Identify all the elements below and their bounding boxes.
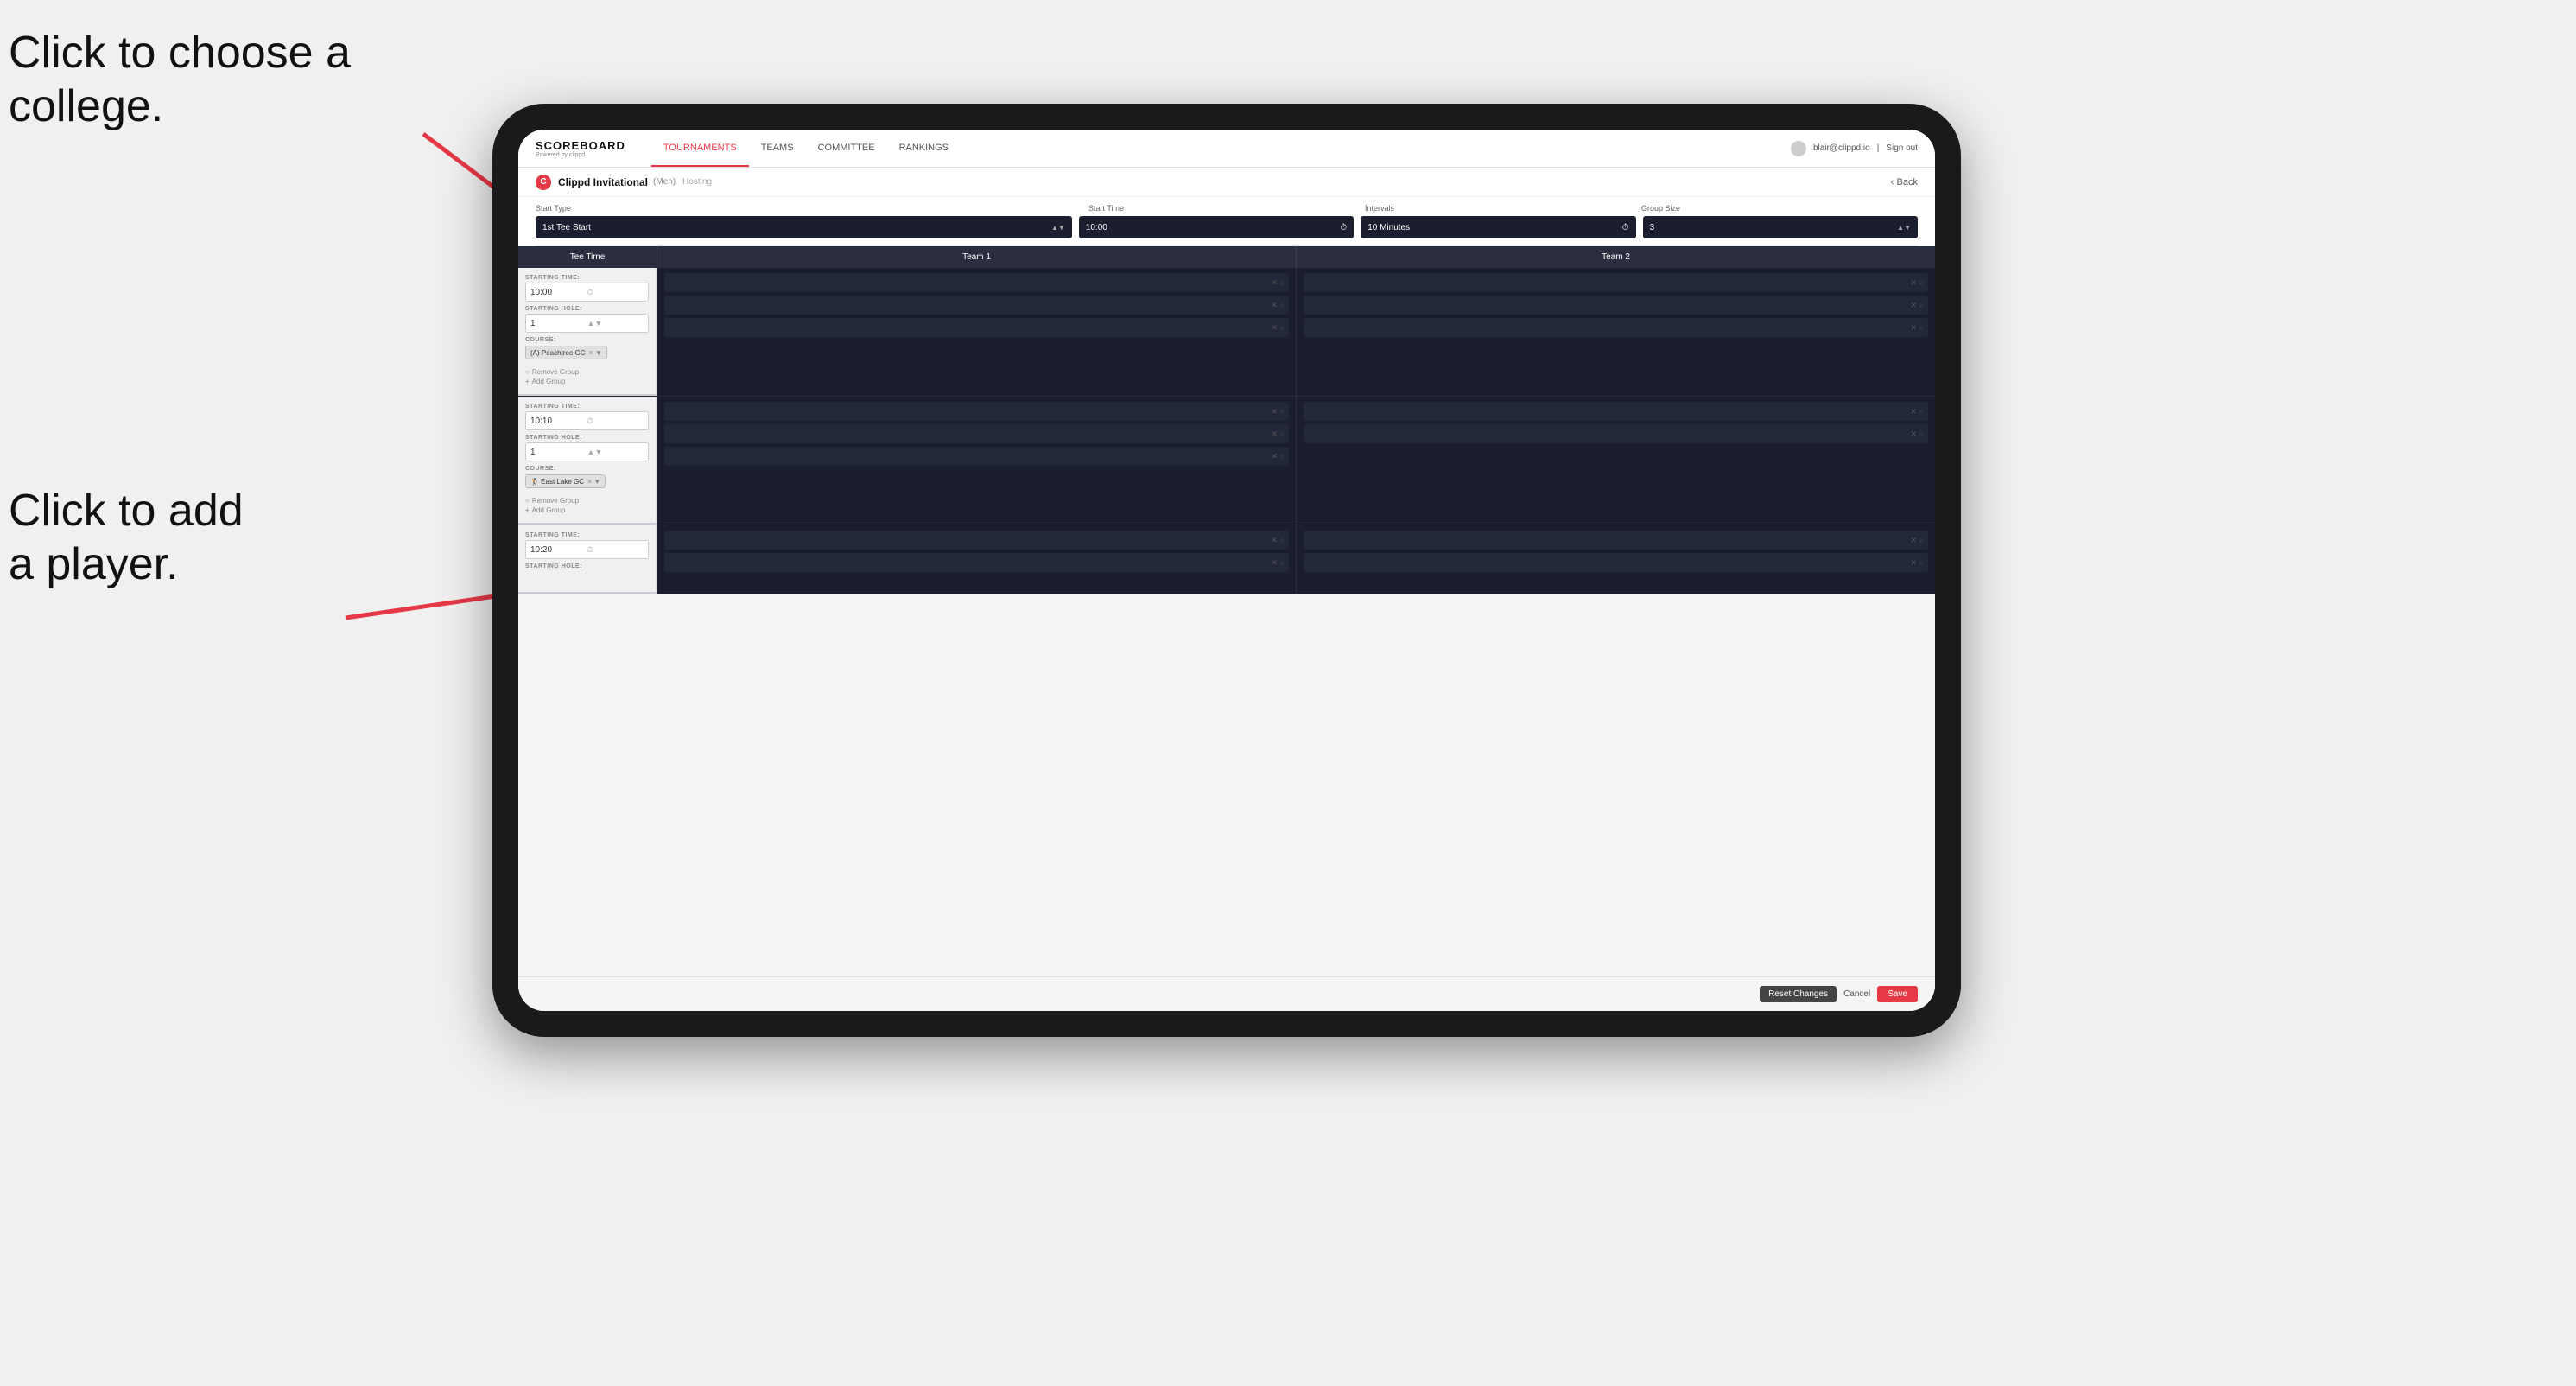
starting-hole-input-1[interactable]: 1▲▼ [525, 314, 649, 333]
starting-hole-label-1: STARTING HOLE: [525, 306, 649, 312]
player-slot-3-3[interactable]: ✕ ○ [664, 447, 1289, 466]
team2-col-3: ✕ ○ ✕ ○ [1296, 525, 1935, 594]
group-size-select[interactable]: 3 ▲▼ [1643, 216, 1918, 238]
player-slot-2-1[interactable]: ✕ ○ [1304, 273, 1928, 292]
team1-col-2: ✕ ○ ✕ ○ ✕ ○ [657, 397, 1296, 525]
player-slot-2-3[interactable]: ✕ ○ [1304, 318, 1928, 337]
team2-col-1: ✕ ○ ✕ ○ ✕ ○ [1296, 268, 1935, 396]
start-time-label: Start Time [1088, 204, 1365, 213]
group-left-3: STARTING TIME: 10:20⏱ STARTING HOLE: [518, 525, 657, 594]
nav-right: blair@clippd.io | Sign out [1791, 141, 1918, 156]
starting-time-input-2[interactable]: 10:10⏱ [525, 411, 649, 430]
player-slot-1-2[interactable]: ✕ ○ [664, 296, 1289, 315]
team1-col-1: ✕ ○ ✕ ○ ✕ ○ [657, 268, 1296, 396]
main-content: STARTING TIME: 10:00⏱ STARTING HOLE: 1▲▼… [518, 268, 1935, 976]
annotation-add-player: Click to adda player. [9, 484, 244, 592]
logo-area: SCOREBOARD Powered by clippd [536, 139, 625, 158]
nav-tab-tournaments[interactable]: TOURNAMENTS [651, 130, 749, 167]
remove-group-btn-2[interactable]: ○Remove Group [525, 497, 649, 505]
group-left-1: STARTING TIME: 10:00⏱ STARTING HOLE: 1▲▼… [518, 268, 657, 396]
group-size-label: Group Size [1641, 204, 1918, 213]
nav-tab-committee[interactable]: COMMITTEE [806, 130, 887, 167]
player-slot-3-1[interactable]: ✕ ○ [664, 402, 1289, 421]
start-type-select[interactable]: 1st Tee Start ▲▼ [536, 216, 1072, 238]
nav-bar: SCOREBOARD Powered by clippd TOURNAMENTS… [518, 130, 1935, 168]
intervals-select[interactable]: 10 Minutes ⏱ [1361, 216, 1635, 238]
add-group-btn-2[interactable]: +Add Group [525, 506, 649, 514]
starting-time-label-3: STARTING TIME: [525, 532, 649, 538]
player-slot-3-2[interactable]: ✕ ○ [664, 424, 1289, 443]
player-slot-6-2[interactable]: ✕ ○ [1304, 553, 1928, 572]
col-team1: Team 1 [657, 246, 1296, 268]
player-slot-4-2[interactable]: ✕ ○ [1304, 424, 1928, 443]
save-button[interactable]: Save [1877, 986, 1918, 1002]
starting-hole-label-2: STARTING HOLE: [525, 435, 649, 441]
group-right-3: ✕ ○ ✕ ○ ✕ ○ ✕ ○ [657, 525, 1935, 594]
user-email: blair@clippd.io [1813, 143, 1870, 153]
col-team2: Team 2 [1296, 246, 1935, 268]
hosting-tag: Hosting [682, 177, 712, 187]
controls-inputs: 1st Tee Start ▲▼ 10:00 ⏱ 10 Minutes ⏱ 3 … [536, 216, 1918, 246]
group-right-1: ✕ ○ ✕ ○ ✕ ○ ✕ ○ [657, 268, 1935, 396]
add-group-btn-1[interactable]: +Add Group [525, 378, 649, 385]
starting-hole-label-3: STARTING HOLE: [525, 563, 649, 569]
tablet-screen: SCOREBOARD Powered by clippd TOURNAMENTS… [518, 130, 1935, 1011]
course-label-2: COURSE: [525, 466, 649, 472]
logo-text: SCOREBOARD [536, 139, 625, 152]
avatar [1791, 141, 1806, 156]
controls-labels: Start Type Start Time Intervals Group Si… [536, 204, 1918, 213]
controls-row: Start Type Start Time Intervals Group Si… [518, 197, 1935, 246]
group-section-1: STARTING TIME: 10:00⏱ STARTING HOLE: 1▲▼… [518, 268, 1935, 397]
intervals-label: Intervals [1365, 204, 1641, 213]
group-left-2: STARTING TIME: 10:10⏱ STARTING HOLE: 1▲▼… [518, 397, 657, 525]
nav-tabs: TOURNAMENTS TEAMS COMMITTEE RANKINGS [651, 130, 961, 167]
course-tag-2[interactable]: 🏌 East Lake GC×▼ [525, 474, 606, 488]
player-slot-2-2[interactable]: ✕ ○ [1304, 296, 1928, 315]
table-header: Tee Time Team 1 Team 2 [518, 246, 1935, 268]
nav-tab-rankings[interactable]: RANKINGS [887, 130, 961, 167]
tablet-frame: SCOREBOARD Powered by clippd TOURNAMENTS… [492, 104, 1961, 1037]
player-slot-4-1[interactable]: ✕ ○ [1304, 402, 1928, 421]
clippd-logo: C [536, 175, 551, 190]
back-button[interactable]: ‹ Back [1891, 177, 1918, 188]
starting-time-input-3[interactable]: 10:20⏱ [525, 540, 649, 559]
nav-tab-teams[interactable]: TEAMS [749, 130, 806, 167]
team2-col-2: ✕ ○ ✕ ○ [1296, 397, 1935, 525]
remove-group-btn-1[interactable]: ○Remove Group [525, 368, 649, 376]
starting-time-input-1[interactable]: 10:00⏱ [525, 283, 649, 302]
group-section-3: STARTING TIME: 10:20⏱ STARTING HOLE: ✕ ○ [518, 525, 1935, 594]
player-slot-5-1[interactable]: ✕ ○ [664, 531, 1289, 550]
sign-out-link[interactable]: Sign out [1886, 143, 1918, 153]
player-slot-5-2[interactable]: ✕ ○ [664, 553, 1289, 572]
team1-col-3: ✕ ○ ✕ ○ [657, 525, 1296, 594]
group-section-2: STARTING TIME: 10:10⏱ STARTING HOLE: 1▲▼… [518, 397, 1935, 525]
starting-hole-input-2[interactable]: 1▲▼ [525, 442, 649, 461]
sub-header: C Clippd Invitational (Men) Hosting ‹ Ba… [518, 168, 1935, 197]
reset-button[interactable]: Reset Changes [1760, 986, 1837, 1002]
course-label-1: COURSE: [525, 337, 649, 343]
start-type-label: Start Type [536, 204, 1088, 213]
cancel-button[interactable]: Cancel [1843, 989, 1870, 999]
tournament-title: Clippd Invitational [558, 176, 648, 188]
player-slot-1-1[interactable]: ✕ ○ [664, 273, 1289, 292]
annotation-choose-college: Click to choose acollege. [9, 26, 351, 134]
start-time-input[interactable]: 10:00 ⏱ [1079, 216, 1354, 238]
starting-time-label-2: STARTING TIME: [525, 404, 649, 410]
starting-time-label-1: STARTING TIME: [525, 275, 649, 281]
group-right-2: ✕ ○ ✕ ○ ✕ ○ ✕ ○ [657, 397, 1935, 525]
player-slot-6-1[interactable]: ✕ ○ [1304, 531, 1928, 550]
pipe: | [1877, 143, 1880, 153]
footer-bar: Reset Changes Cancel Save [518, 976, 1935, 1011]
course-tag-1[interactable]: (A) Peachtree GC×▼ [525, 346, 607, 359]
logo-sub: Powered by clippd [536, 152, 625, 158]
player-slot-1-3[interactable]: ✕ ○ [664, 318, 1289, 337]
col-tee: Tee Time [518, 246, 657, 268]
gender-badge: (Men) [653, 177, 676, 187]
